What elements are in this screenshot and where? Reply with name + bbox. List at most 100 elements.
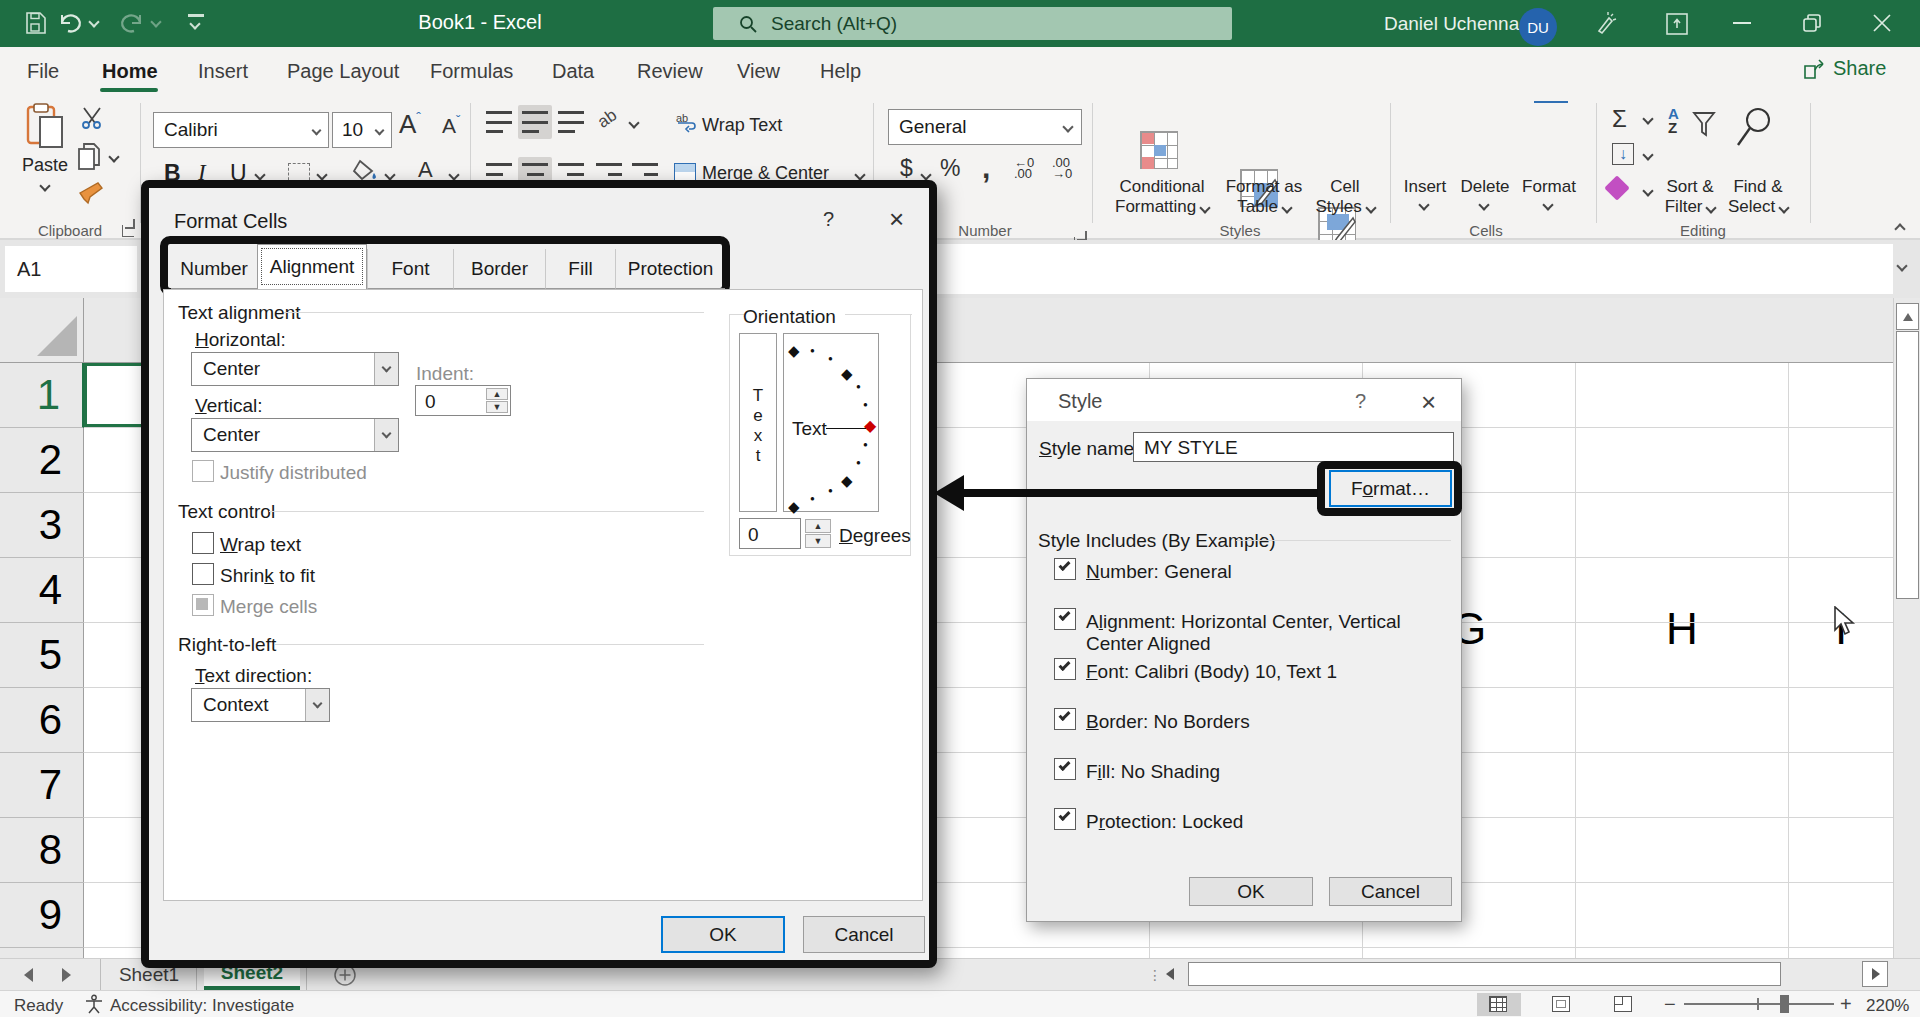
tab-view[interactable]: View — [737, 47, 780, 95]
font-color-dropdown[interactable] — [448, 169, 459, 180]
tab-insert[interactable]: Insert — [198, 47, 248, 95]
accounting-dropdown[interactable] — [920, 169, 931, 180]
format-dropdown[interactable] — [1542, 199, 1553, 210]
fc-degrees-spinner[interactable]: 0 — [739, 518, 801, 549]
hscroll-right-btn[interactable] — [1862, 961, 1888, 987]
fc-tab-font[interactable]: Font — [367, 249, 453, 289]
number-format-combo[interactable]: General — [888, 109, 1082, 145]
zoom-out-button[interactable]: − — [1664, 993, 1676, 1016]
tab-file[interactable]: File — [27, 47, 59, 95]
decrease-decimal-icon[interactable]: .00→0 — [1052, 157, 1072, 179]
formula-bar-expand-icon[interactable] — [1896, 260, 1907, 271]
paste-dropdown[interactable] — [39, 180, 50, 191]
horizontal-scrollbar[interactable] — [1160, 961, 1890, 988]
restore-button[interactable] — [1802, 13, 1822, 33]
tab-help[interactable]: Help — [820, 47, 861, 95]
increase-decimal-icon[interactable]: ←0.00 — [1014, 157, 1034, 179]
undo-dropdown-icon[interactable] — [88, 16, 99, 27]
ribbon-display-options-icon[interactable] — [1666, 13, 1688, 35]
name-box[interactable]: A1 — [5, 246, 137, 292]
fc-tab-number[interactable]: Number — [171, 249, 257, 289]
format-as-table-label[interactable]: Format as Table — [1216, 177, 1312, 217]
percent-icon[interactable]: % — [940, 155, 960, 182]
fill-dropdown2[interactable] — [1642, 149, 1653, 160]
autosum-dropdown[interactable] — [1642, 113, 1653, 124]
wrap-text-label[interactable]: Wrap Text — [702, 115, 782, 136]
fc-cancel-button[interactable]: Cancel — [803, 916, 925, 953]
fc-merge-checkbox[interactable] — [192, 594, 214, 616]
style-format-button[interactable]: Format… — [1329, 470, 1452, 507]
redo-dropdown-icon[interactable] — [150, 16, 161, 27]
scroll-up-button[interactable] — [1896, 303, 1919, 330]
autosum-icon[interactable]: Σ — [1612, 105, 1627, 133]
undo-icon[interactable] — [58, 11, 84, 35]
increase-font-icon[interactable]: Aˆ — [399, 109, 421, 140]
sheet-nav-left[interactable] — [24, 968, 33, 982]
sort-filter-label[interactable]: Sort & Filter — [1658, 177, 1722, 217]
cut-icon[interactable] — [80, 107, 104, 129]
decrease-font-icon[interactable]: Aˇ — [442, 113, 460, 138]
style-ok-button[interactable]: OK — [1189, 877, 1313, 906]
fc-wrap-checkbox[interactable] — [192, 532, 214, 554]
row-header-5[interactable]: 5 — [0, 623, 84, 688]
tab-data[interactable]: Data — [552, 47, 594, 95]
style-name-field[interactable]: MY STYLE — [1133, 432, 1454, 462]
orientation-dropdown[interactable] — [628, 117, 639, 128]
row-header-8[interactable]: 8 — [0, 818, 84, 883]
select-all-corner[interactable] — [0, 298, 84, 363]
clipboard-dialog-launcher[interactable] — [122, 225, 134, 237]
row-header-9[interactable]: 9 — [0, 883, 84, 948]
conditional-formatting-label[interactable]: Conditional Formatting — [1108, 177, 1216, 217]
row-header-4[interactable]: 4 — [0, 558, 84, 623]
fc-indent-spinner[interactable]: 0 ▲ ▼ — [415, 385, 511, 416]
style-help-button[interactable]: ? — [1355, 390, 1366, 413]
orientation-icon[interactable]: ab — [594, 105, 621, 132]
clear-dropdown[interactable] — [1642, 185, 1653, 196]
zoom-level[interactable]: 220% — [1866, 996, 1909, 1016]
fc-close-button[interactable]: × — [889, 204, 904, 235]
fc-tab-alignment[interactable]: Alignment — [257, 244, 367, 289]
row-header-1[interactable]: 1 — [0, 363, 84, 428]
wrap-text-icon[interactable]: ab — [676, 111, 698, 133]
close-button[interactable] — [1872, 13, 1892, 33]
fill-dropdown[interactable] — [384, 169, 395, 180]
fc-indent-down[interactable]: ▼ — [486, 401, 508, 413]
fc-vertical-text-box[interactable]: Text — [739, 333, 777, 512]
fc-help-button[interactable]: ? — [823, 208, 834, 231]
insert-label[interactable]: Insert — [1402, 177, 1448, 197]
quick-access-customize-chevron[interactable] — [189, 18, 200, 29]
fc-horizontal-combo[interactable]: Center — [191, 352, 399, 386]
collapse-ribbon-icon[interactable] — [1894, 223, 1905, 234]
tab-review[interactable]: Review — [637, 47, 703, 95]
share-button[interactable]: Share — [1803, 57, 1886, 80]
fc-vertical-combo[interactable]: Center — [191, 418, 399, 452]
fill-icon[interactable]: ↓ — [1612, 143, 1634, 165]
fc-shrink-checkbox[interactable] — [192, 563, 214, 585]
row-header-2[interactable]: 2 — [0, 428, 84, 493]
row-header-7[interactable]: 7 — [0, 753, 84, 818]
fc-degrees-down[interactable]: ▼ — [805, 534, 831, 548]
font-name-combo[interactable]: Calibri — [153, 112, 329, 148]
delete-label[interactable]: Delete — [1460, 177, 1510, 197]
align-middle-icon[interactable] — [522, 111, 548, 133]
fc-indent-up[interactable]: ▲ — [486, 388, 508, 400]
vscroll-thumb[interactable] — [1896, 331, 1919, 599]
hscroll-left[interactable] — [1166, 968, 1174, 980]
find-select-label[interactable]: Find & Select — [1726, 177, 1790, 217]
zoom-slider-thumb[interactable] — [1780, 995, 1789, 1013]
quick-access-customize-icon[interactable] — [188, 14, 204, 17]
underline-dropdown[interactable] — [254, 169, 265, 180]
user-name[interactable]: Daniel Uchenna — [1384, 13, 1519, 35]
save-icon[interactable] — [24, 12, 46, 34]
sheet-nav-right[interactable] — [62, 968, 71, 982]
coming-soon-icon[interactable] — [1594, 12, 1618, 36]
format-painter-icon[interactable] — [78, 179, 104, 205]
fc-justify-checkbox[interactable] — [192, 460, 214, 482]
view-page-break-icon[interactable] — [1614, 996, 1632, 1012]
insert-dropdown[interactable] — [1418, 199, 1429, 210]
zoom-in-button[interactable]: + — [1840, 993, 1852, 1016]
view-page-layout-icon[interactable] — [1552, 996, 1570, 1012]
comma-icon[interactable]: , — [982, 151, 990, 185]
cell-styles-label[interactable]: Cell Styles — [1310, 177, 1380, 217]
paste-button[interactable]: Paste — [14, 103, 76, 194]
